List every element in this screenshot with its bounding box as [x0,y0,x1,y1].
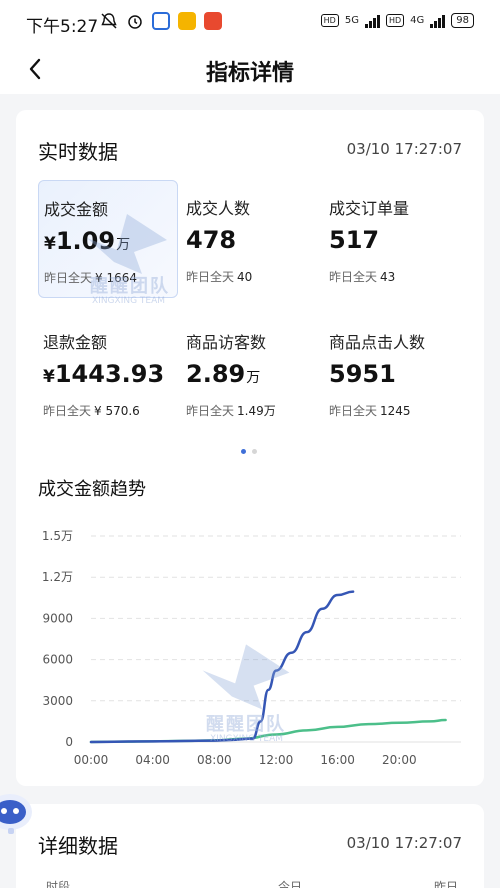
yesterday-value: 1245 [380,404,411,418]
metric-label: 商品点击人数 [329,333,426,352]
metric-currency: ¥ [43,367,55,387]
y-tick-label: 6000 [42,653,73,667]
realtime-timestamp: 03/10 17:27:07 [346,140,462,158]
metric-value: ¥1.09万 [44,227,130,255]
y-tick-label: 1.2万 [42,570,73,584]
status-time: 下午5:27 [26,17,99,37]
yesterday-value: ¥ 1664 [95,271,138,285]
metric-value: 5951 [329,360,397,388]
metric-tile[interactable]: 成交人数 478 昨日全天 40 [181,180,321,298]
metric-number: 517 [329,226,380,254]
column-header-period: 时段 [46,880,71,888]
series-line-yesterday [89,718,447,744]
metric-value: 517 [329,226,380,254]
notes-app-icon [178,12,196,30]
robot-assistant-icon[interactable] [0,790,34,838]
metric-yesterday: 昨日全天 43 [329,268,395,285]
hd-badge-2: HD [385,14,405,27]
metric-unit: 万 [116,237,131,253]
metric-number: 2.89 [186,360,246,388]
metric-number: 478 [186,226,237,254]
metric-tile[interactable]: 商品点击人数 5951 昨日全天 1245 [324,314,464,432]
x-tick-label: 12:00 [259,753,294,767]
status-notification-icons [100,12,222,30]
status-bar: 下午5:27 HD 5G HD 4G 98 [0,0,500,46]
metric-value: 478 [186,226,237,254]
detail-title: 详细数据 [38,834,118,858]
column-header-today: 今日 [278,880,303,888]
metric-label: 成交订单量 [329,199,410,218]
yesterday-value: 1.49万 [237,404,276,418]
column-header-yesterday: 昨日 [433,880,458,888]
trend-chart: 0 3000 6000 9000 1.2万 1.5万 00:00 04:00 08:00 12:0… [16,510,484,770]
trend-chart-svg: 0 3000 6000 9000 1.2万 1.5万 00:00 04:00 08:00 12:0… [42,529,461,767]
yesterday-value: 40 [237,270,253,284]
metric-number: 1.09 [55,227,116,255]
metric-currency: ¥ [44,234,56,254]
x-tick-label: 20:00 [382,753,417,767]
yesterday-value: ¥ 570.6 [94,404,140,418]
y-tick-label: 0 [65,735,73,749]
metric-tile[interactable]: 成交金额 ¥1.09万昨日全天 ¥ 1664 [38,180,178,298]
y-tick-label: 9000 [42,611,73,625]
yesterday-value: 43 [380,270,396,284]
metric-label: 成交金额 [44,200,109,219]
mute-icon [101,13,117,29]
metric-unit: 万 [246,370,261,386]
metric-number: 5951 [329,360,396,388]
yesterday-label: 昨日全天 [44,271,93,285]
detail-data-card: 详细数据 03/10 17:27:07 时段 今日 昨日 [16,804,484,888]
page-title: 指标详情 [205,61,294,86]
network-4g-label: 4G [410,15,425,26]
metric-tile[interactable]: 成交订单量 517 昨日全天 43 [324,180,464,298]
page-dot[interactable] [252,449,257,454]
page-dot-active[interactable] [241,449,246,454]
x-tick-label: 04:00 [135,753,170,767]
metric-yesterday: 昨日全天 ¥ 570.6 [43,402,140,419]
x-tick-label: 16:00 [320,753,355,767]
metric-yesterday: 昨日全天 1245 [329,402,411,419]
metric-tile[interactable]: 退款金额 ¥1443.93 昨日全天 ¥ 570.6 [38,314,178,432]
metric-value: 2.89万 [186,360,260,388]
yesterday-label: 昨日全天 [186,270,235,284]
hd-badge: HD [320,14,339,27]
alarm-icon [128,15,142,29]
metric-tile[interactable]: 商品访客数 2.89万昨日全天 1.49万 [181,314,321,432]
metric-label: 成交人数 [186,199,251,218]
app-notification-icon [152,12,170,30]
signal-icon-2 [430,14,446,28]
yesterday-label: 昨日全天 [43,404,92,418]
trend-title: 成交金额趋势 [38,479,146,500]
realtime-data-card: 实时数据 03/10 17:27:07 成交金额 ¥1.09万 昨日全天 ¥ 1664… [16,110,484,786]
x-tick-label: 00:00 [74,753,109,767]
battery-icon: 98 [451,13,474,28]
metric-number: 1443.93 [54,360,165,388]
metric-label: 商品访客数 [186,333,267,352]
realtime-title: 实时数据 [38,140,118,164]
metric-yesterday: 昨日全天 40 [186,268,252,285]
yesterday-label: 昨日全天 [329,270,378,284]
page-indicator [241,449,257,454]
nav-bar: 指标详情 [0,46,500,94]
shopping-app-icon [204,12,222,30]
y-tick-label: 1.5万 [42,529,73,543]
yesterday-label: 昨日全天 [329,404,378,418]
status-system-icons: HD 5G HD 4G 98 [320,13,474,28]
x-tick-label: 08:00 [197,753,232,767]
signal-icon [364,14,380,28]
network-5g-label: 5G [344,15,359,26]
metric-yesterday: 昨日全天 ¥ 1664 [44,269,137,286]
metric-yesterday: 昨日全天 1.49万 [186,402,276,419]
y-tick-label: 3000 [42,694,73,708]
detail-timestamp: 03/10 17:27:07 [346,834,462,852]
metric-value: ¥1443.93 [43,360,165,388]
series-line-today [89,590,355,744]
yesterday-label: 昨日全天 [186,404,235,418]
metric-label: 退款金额 [43,333,108,352]
